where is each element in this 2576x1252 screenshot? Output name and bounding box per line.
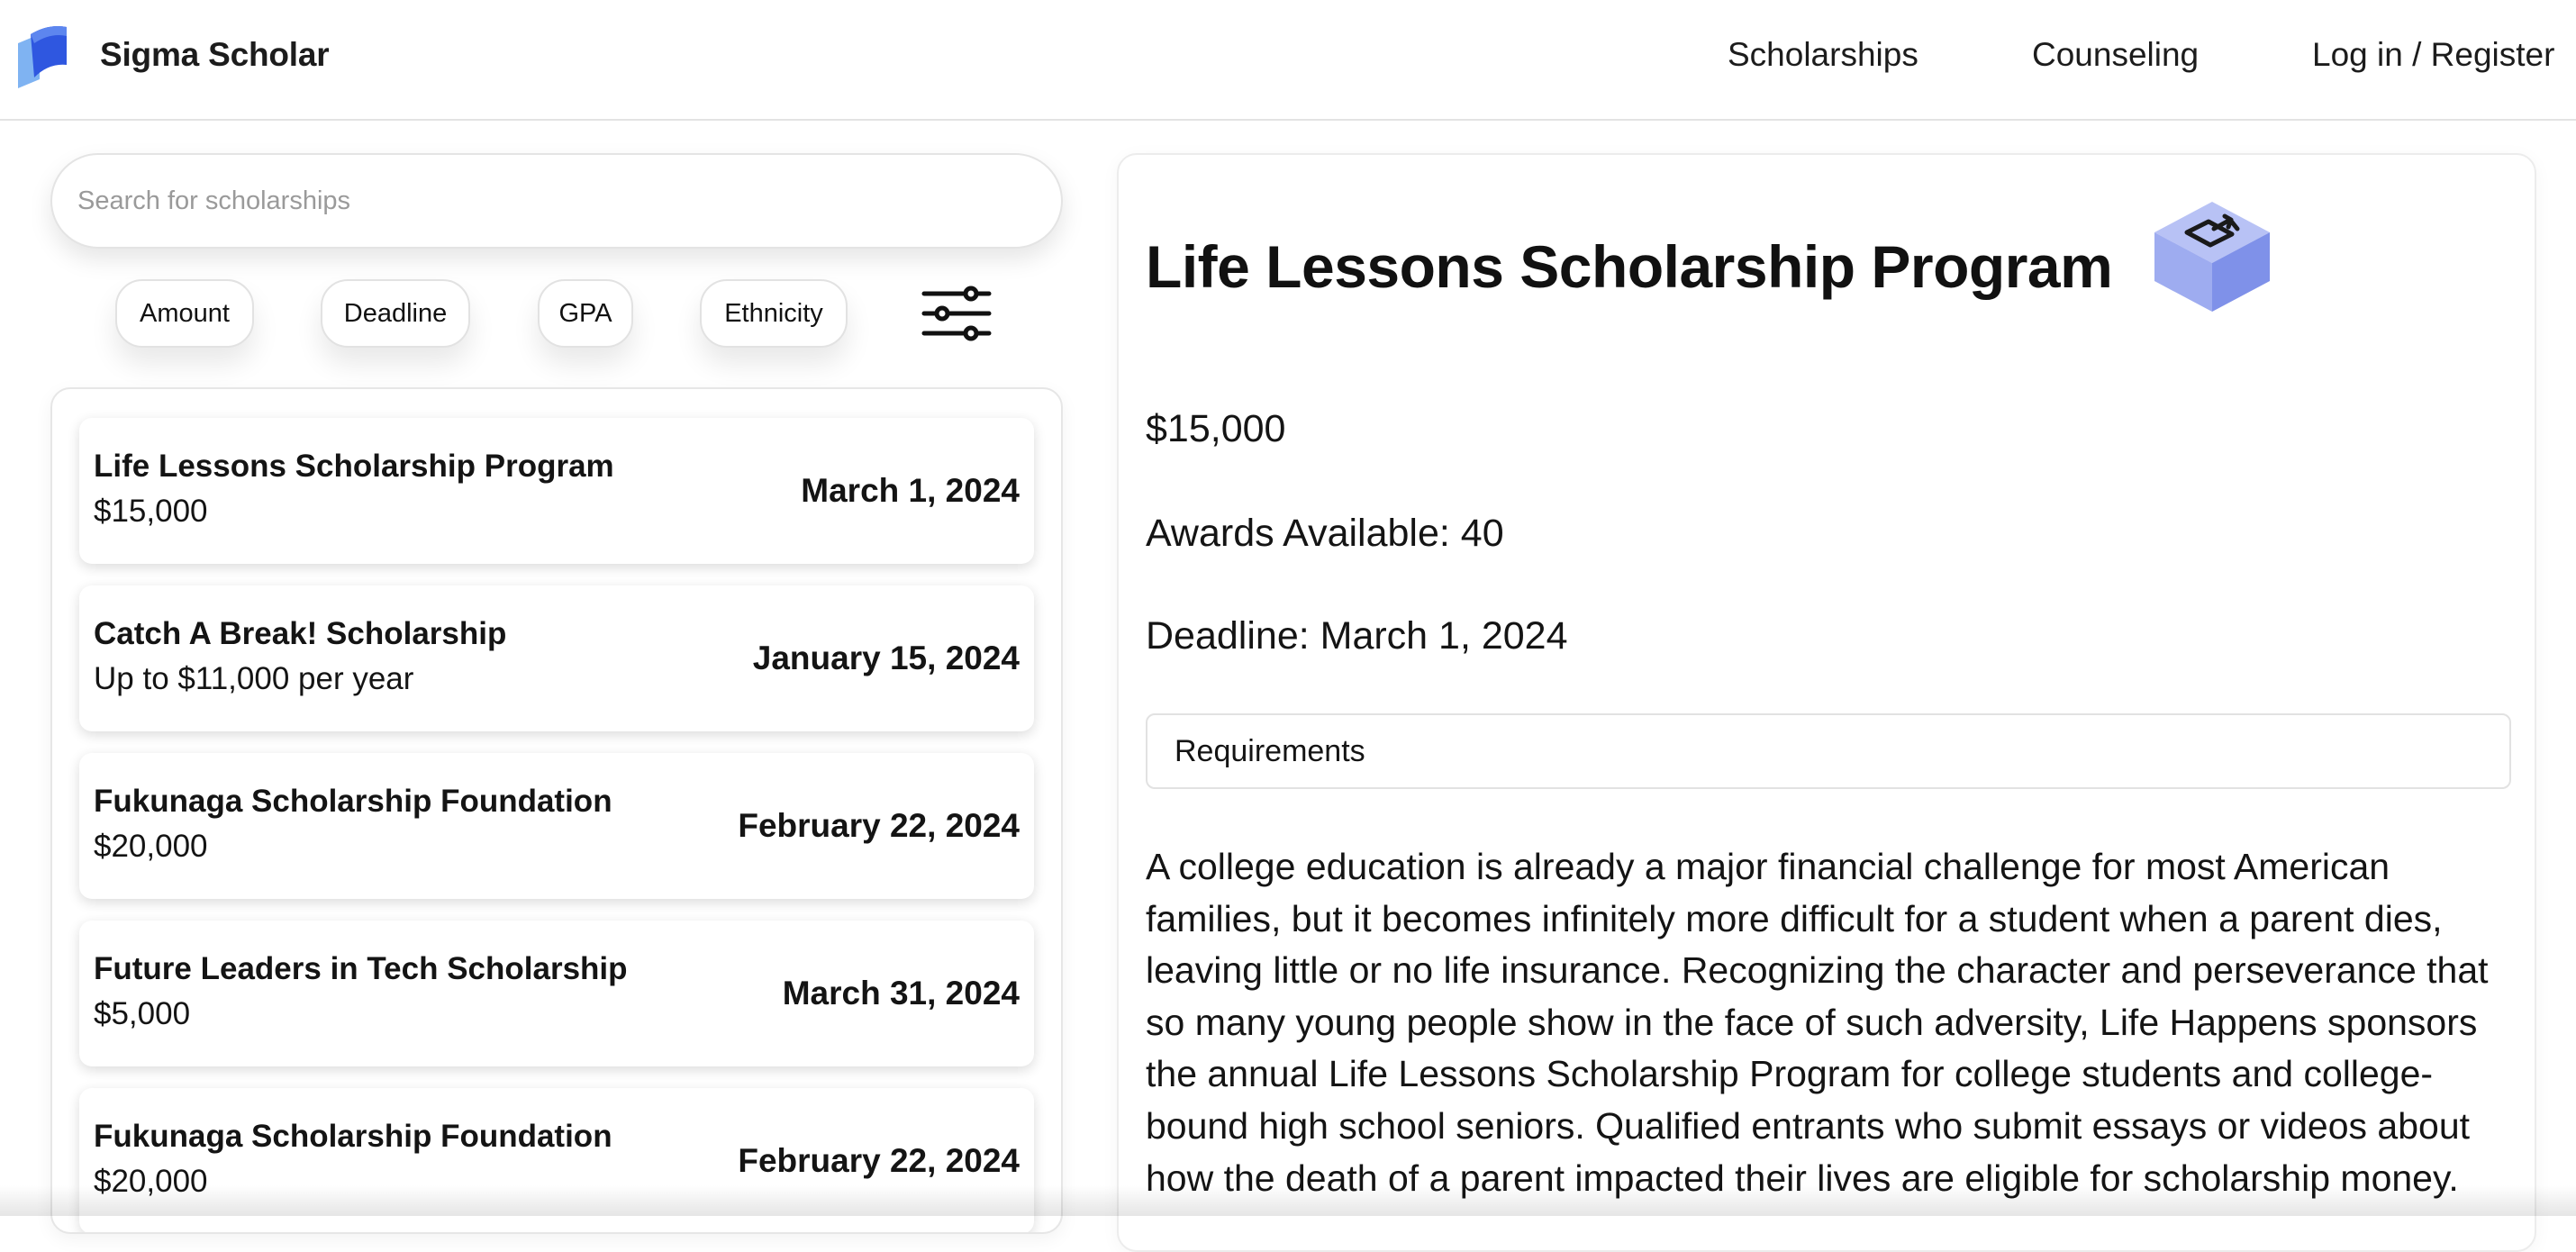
nav-scholarships-link[interactable]: Scholarships — [1728, 36, 1918, 74]
requirements-toggle[interactable]: Requirements — [1146, 713, 2511, 789]
scholarship-deadline: March 31, 2024 — [782, 975, 1020, 1012]
top-navbar: Sigma Scholar Scholarships Counseling Lo… — [0, 0, 2576, 121]
filter-chip-amount[interactable]: Amount — [115, 279, 254, 348]
scholarship-list-item[interactable]: Fukunaga Scholarship Foundation $20,000 … — [79, 753, 1034, 899]
nav-counseling-link[interactable]: Counseling — [2032, 36, 2199, 74]
scholarship-title: Future Leaders in Tech Scholarship — [94, 951, 628, 986]
scholarship-title: Catch A Break! Scholarship — [94, 616, 507, 651]
scholarship-deadline: January 15, 2024 — [752, 640, 1020, 676]
detail-description: A college education is already a major f… — [1146, 846, 2489, 1199]
brand-name[interactable]: Sigma Scholar — [100, 36, 330, 74]
filter-chip-ethnicity[interactable]: Ethnicity — [700, 279, 848, 348]
scholarship-title: Fukunaga Scholarship Foundation — [94, 1119, 612, 1154]
scholarship-title: Life Lessons Scholarship Program — [94, 449, 614, 484]
scholarship-list-item[interactable]: Life Lessons Scholarship Program $15,000… — [79, 418, 1034, 564]
filter-chip-gpa[interactable]: GPA — [538, 279, 633, 348]
scholarship-list-item[interactable]: Fukunaga Scholarship Foundation $20,000 … — [79, 1088, 1034, 1232]
scholarship-list: Life Lessons Scholarship Program $15,000… — [50, 387, 1063, 1234]
sliders-icon[interactable] — [921, 285, 993, 342]
detail-deadline: Deadline: March 1, 2024 — [1146, 614, 1568, 658]
scholarship-deadline: February 22, 2024 — [738, 807, 1020, 844]
scholarship-detail-panel: Life Lessons Scholarship Program $15,000… — [1117, 153, 2536, 1252]
scholarship-amount: $20,000 — [94, 829, 208, 864]
scholarship-deadline: February 22, 2024 — [738, 1142, 1020, 1179]
scholarship-amount: Up to $11,000 per year — [94, 661, 414, 696]
scholarship-title: Fukunaga Scholarship Foundation — [94, 784, 612, 819]
scholarship-amount: $15,000 — [94, 494, 208, 529]
detail-amount: $15,000 — [1146, 407, 1286, 450]
scholarship-amount: $5,000 — [94, 996, 191, 1031]
share-box-icon[interactable] — [2145, 193, 2279, 319]
filter-chip-deadline[interactable]: Deadline — [321, 279, 470, 348]
scholarship-list-item[interactable]: Catch A Break! Scholarship Up to $11,000… — [79, 585, 1034, 731]
scholarship-list-item[interactable]: Future Leaders in Tech Scholarship $5,00… — [79, 921, 1034, 1066]
search-input[interactable] — [50, 153, 1063, 249]
nav-login-register-link[interactable]: Log in / Register — [2312, 36, 2554, 74]
sigma-scholar-logo[interactable] — [13, 23, 72, 90]
scholarship-deadline: March 1, 2024 — [801, 472, 1020, 509]
requirements-label: Requirements — [1175, 733, 1365, 768]
detail-title: Life Lessons Scholarship Program — [1146, 233, 2113, 300]
detail-awards-available: Awards Available: 40 — [1146, 512, 1504, 555]
scholarship-amount: $20,000 — [94, 1164, 208, 1199]
